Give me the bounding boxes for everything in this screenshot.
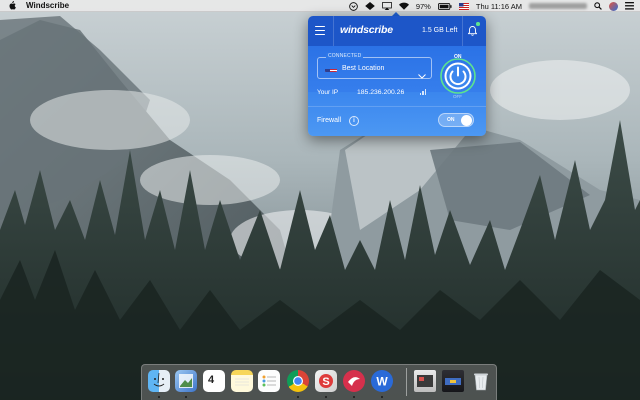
- battery-icon[interactable]: [437, 2, 452, 10]
- wifi-icon[interactable]: [398, 2, 409, 10]
- running-indicator: [381, 396, 383, 398]
- apple-icon[interactable]: [8, 1, 16, 10]
- ip-label: Your IP: [317, 89, 339, 96]
- notification-center-icon[interactable]: [625, 2, 634, 10]
- popup-header: [308, 16, 486, 46]
- windscribe-logo: windscribe: [340, 24, 393, 36]
- menu-bar-status-area: 97% Thu 11:16 AM: [349, 0, 634, 12]
- header-divider: [333, 16, 334, 46]
- calendar-day: 4: [208, 374, 215, 386]
- spotlight-search-icon[interactable]: [594, 2, 602, 10]
- running-indicator: [325, 396, 327, 398]
- running-indicator: [353, 396, 355, 398]
- preview-icon[interactable]: [175, 370, 197, 392]
- firewall-info-icon[interactable]: i: [349, 116, 359, 126]
- menu-bar: Windscribe 97% Thu 11:16 AM: [0, 0, 640, 12]
- dock-divider: [406, 368, 407, 396]
- trash-icon[interactable]: [470, 370, 492, 392]
- us-flag-icon: [325, 64, 337, 72]
- running-indicator: [297, 396, 299, 398]
- running-indicator: [158, 396, 160, 398]
- firewall-toggle-label: ON: [447, 117, 455, 123]
- airplay-icon[interactable]: [382, 2, 392, 10]
- svg-text:S: S: [322, 376, 329, 388]
- svg-text:W: W: [376, 375, 388, 389]
- menu-bar-clock[interactable]: Thu 11:16 AM: [476, 2, 522, 11]
- running-indicator: [185, 396, 187, 398]
- chrome-icon[interactable]: [287, 370, 309, 392]
- battery-percent[interactable]: 97%: [416, 2, 431, 11]
- siri-icon[interactable]: [609, 1, 618, 11]
- power-off-label: OFF: [453, 94, 462, 99]
- ip-address: 185.236.200.26: [357, 89, 405, 96]
- flag-icon[interactable]: [458, 2, 469, 10]
- notification-dot: [476, 22, 480, 26]
- windscribe-icon[interactable]: W: [371, 370, 393, 392]
- finder-icon[interactable]: [148, 370, 170, 392]
- panel-divider: [308, 106, 486, 107]
- notes-icon[interactable]: [231, 370, 253, 392]
- app-menu-name[interactable]: Windscribe: [26, 1, 69, 10]
- power-button[interactable]: [440, 58, 476, 94]
- windscribe-menu-icon[interactable]: [349, 1, 358, 11]
- checkmark-app-icon[interactable]: [365, 2, 375, 10]
- data-remaining: 1.5 GB Left: [422, 27, 458, 34]
- screenshot-icon[interactable]: [414, 370, 436, 392]
- header-divider-right: [462, 16, 463, 46]
- chevron-down-icon[interactable]: [418, 66, 426, 84]
- skitch-icon[interactable]: S: [315, 370, 337, 392]
- connection-status: CONNECTED: [326, 53, 364, 59]
- menu-hamburger-icon[interactable]: [315, 26, 325, 35]
- location-name[interactable]: Best Location: [342, 65, 384, 72]
- signal-strength-icon: [420, 88, 426, 95]
- reminders-icon[interactable]: [258, 370, 280, 392]
- pdf-viewer-icon[interactable]: [343, 370, 365, 392]
- bell-icon[interactable]: [467, 23, 478, 41]
- user-name-redacted[interactable]: [529, 3, 587, 9]
- system-info-icon[interactable]: [442, 370, 464, 392]
- toggle-knob: [461, 114, 472, 126]
- firewall-label: Firewall: [317, 117, 342, 124]
